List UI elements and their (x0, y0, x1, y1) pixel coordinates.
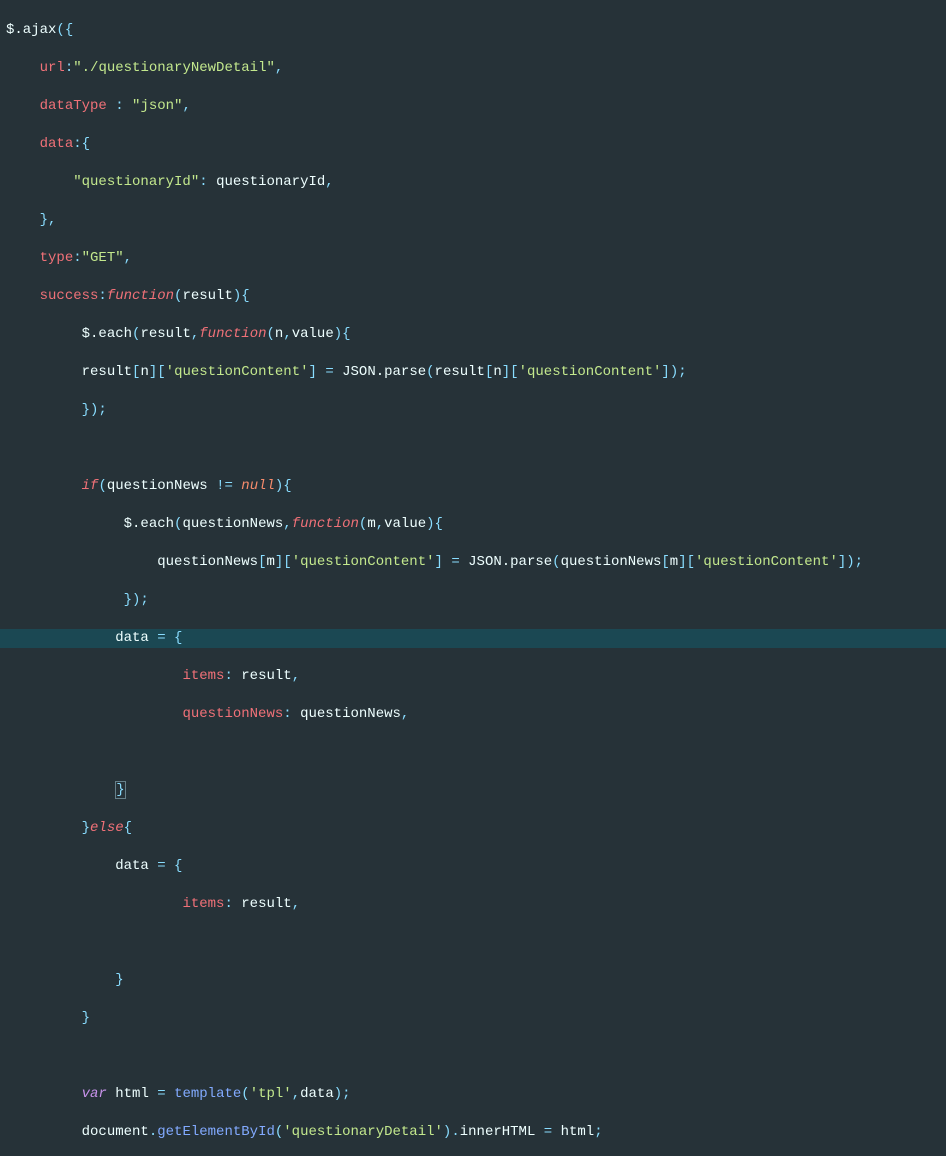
code-line: }else{ (6, 819, 940, 838)
code-line-highlighted: data = { (0, 629, 946, 648)
code-line: result[n]['questionContent'] = JSON.pars… (6, 363, 940, 382)
code-line: document.getElementById('questionaryDeta… (6, 1123, 940, 1142)
code-line (6, 1047, 940, 1066)
code-line: }); (6, 401, 940, 420)
code-line: }, (6, 211, 940, 230)
code-line: } (6, 781, 940, 800)
code-line: } (6, 1009, 940, 1028)
code-line: var html = template('tpl',data); (6, 1085, 940, 1104)
code-line: "questionaryId": questionaryId, (6, 173, 940, 192)
code-line: dataType : "json", (6, 97, 940, 116)
code-line (6, 743, 940, 762)
code-line: $.each(questionNews,function(m,value){ (6, 515, 940, 534)
code-line (6, 439, 940, 458)
code-line: }); (6, 591, 940, 610)
code-line: success:function(result){ (6, 287, 940, 306)
code-line: $.each(result,function(n,value){ (6, 325, 940, 344)
code-line: items: result, (6, 667, 940, 686)
code-line: url:"./questionaryNewDetail", (6, 59, 940, 78)
code-line: if(questionNews != null){ (6, 477, 940, 496)
code-line (6, 933, 940, 952)
code-line: type:"GET", (6, 249, 940, 268)
code-line: $.ajax({ (6, 21, 940, 40)
code-editor[interactable]: $.ajax({ url:"./questionaryNewDetail", d… (0, 0, 946, 1156)
code-line: data:{ (6, 135, 940, 154)
code-line: } (6, 971, 940, 990)
code-line: items: result, (6, 895, 940, 914)
code-line: data = { (6, 857, 940, 876)
code-line: questionNews[m]['questionContent'] = JSO… (6, 553, 940, 572)
code-line: questionNews: questionNews, (6, 705, 940, 724)
